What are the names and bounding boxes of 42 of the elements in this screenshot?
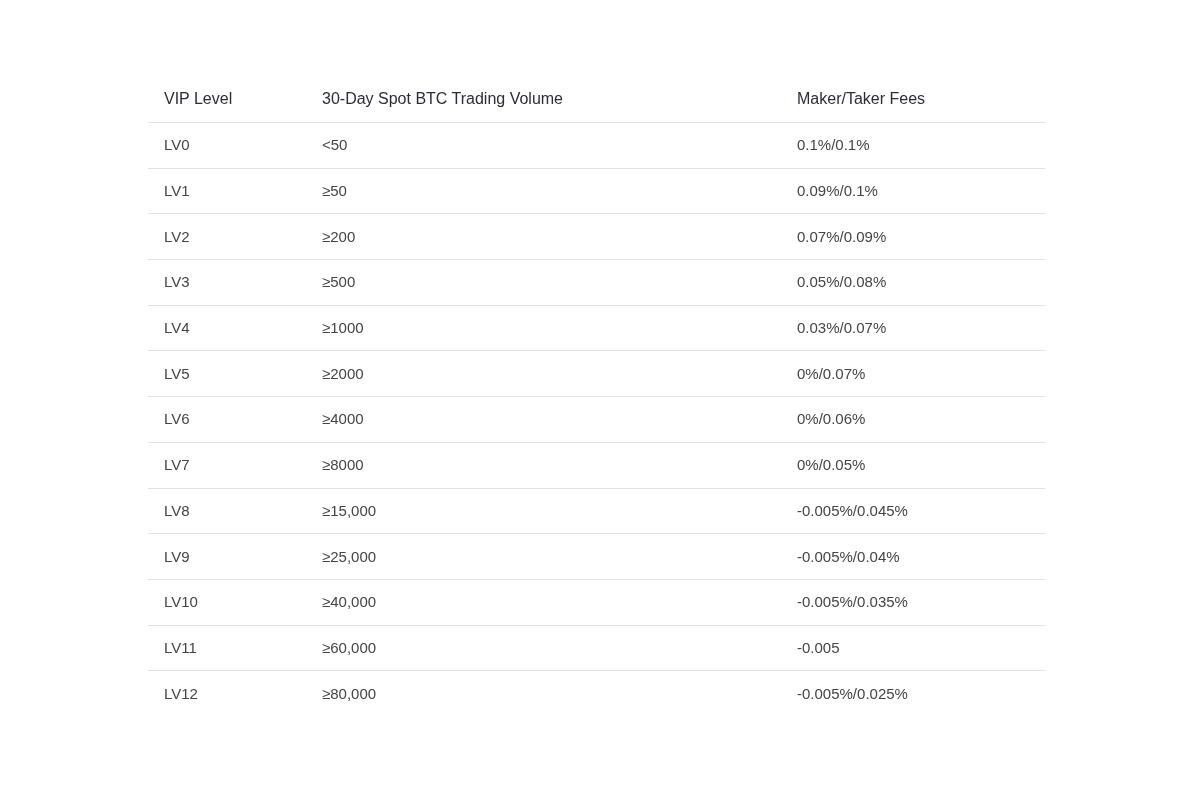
- table-cell: LV1: [164, 182, 190, 200]
- table-cell: <50: [322, 136, 348, 154]
- table-cell: ≥4000: [322, 410, 364, 428]
- table-cell: 0%/0.06%: [797, 410, 866, 428]
- table-cell: LV3: [164, 273, 190, 291]
- table-cell: 0.1%/0.1%: [797, 136, 870, 154]
- table-cell: LV0: [164, 136, 190, 154]
- table-cell: ≥2000: [322, 364, 364, 382]
- table-cell: LV10: [164, 593, 198, 611]
- column-header: Maker/Taker Fees: [797, 90, 926, 107]
- table-cell: -0.005%/0.045%: [797, 501, 908, 519]
- table-cell: LV12: [164, 685, 198, 703]
- table-cell: 0%/0.05%: [797, 456, 866, 474]
- table-cell: ≥15,000: [322, 501, 377, 519]
- table-cell: LV2: [164, 227, 190, 245]
- table-cell: LV8: [164, 501, 190, 519]
- table-cell: ≥25,000: [322, 547, 377, 565]
- table-cell: LV4: [164, 319, 190, 337]
- table-cell: 0.05%/0.08%: [797, 273, 887, 291]
- table-cell: ≥200: [322, 227, 356, 245]
- table-cell: 0.09%/0.1%: [797, 182, 878, 200]
- table-cell: LV9: [164, 547, 190, 565]
- table-cell: LV7: [164, 456, 190, 474]
- table-cell: ≥40,000: [322, 593, 377, 611]
- table-cell: ≥50: [322, 182, 347, 200]
- table-cell: ≥500: [322, 273, 356, 291]
- table-cell: LV5: [164, 364, 190, 382]
- table-cell: LV6: [164, 410, 190, 428]
- column-header: VIP Level: [164, 90, 233, 107]
- table-cell: -0.005%/0.025%: [797, 685, 908, 703]
- table-cell: -0.005%/0.04%: [797, 547, 900, 565]
- table-cell: 0.03%/0.07%: [797, 319, 887, 337]
- table-cell: -0.005: [797, 638, 840, 656]
- table-cell: ≥1000: [322, 319, 364, 337]
- column-header: 30-Day Spot BTC Trading Volume: [322, 90, 563, 107]
- table-cell: ≥60,000: [322, 638, 377, 656]
- table-cell: -0.005%/0.035%: [797, 593, 908, 611]
- table-cell: ≥8000: [322, 456, 364, 474]
- table-cell: 0.07%/0.09%: [797, 227, 887, 245]
- table-cell: ≥80,000: [322, 685, 377, 703]
- table-cell: LV11: [164, 638, 197, 656]
- table-cell: 0%/0.07%: [797, 364, 866, 382]
